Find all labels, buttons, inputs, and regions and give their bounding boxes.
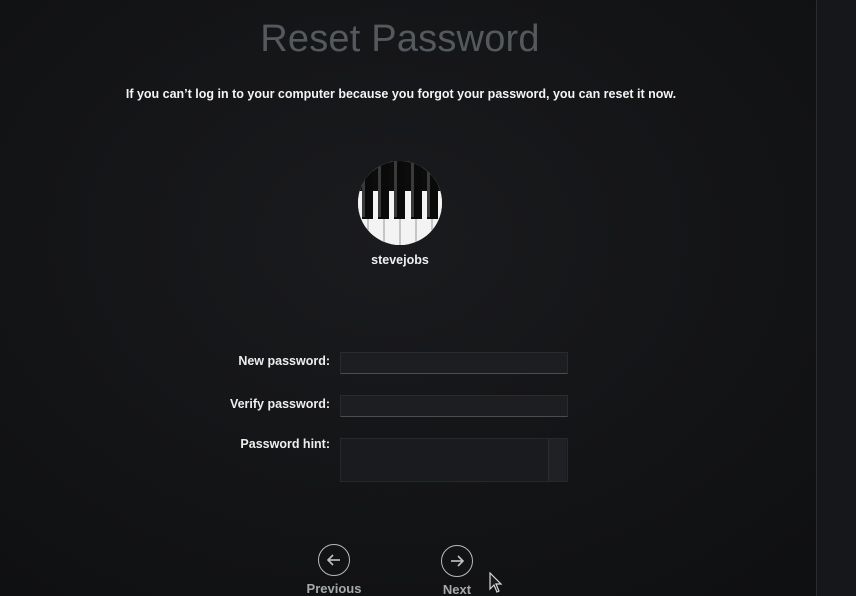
username-label: stevejobs (371, 253, 429, 267)
password-hint-label: Password hint: (240, 437, 330, 451)
new-password-field[interactable] (340, 352, 568, 374)
arrow-right-circle-icon (441, 545, 473, 577)
piano-keys-icon (358, 161, 442, 245)
previous-button[interactable]: Previous (294, 544, 374, 596)
page-title: Reset Password (260, 18, 540, 60)
user-avatar (358, 161, 442, 245)
password-hint-field[interactable] (340, 438, 568, 482)
reset-password-screen: Reset Password If you can’t log in to yo… (0, 0, 856, 596)
hint-scrollbar[interactable] (548, 439, 566, 481)
next-label: Next (442, 582, 472, 596)
arrow-left-circle-icon (318, 544, 350, 576)
verify-password-label: Verify password: (229, 397, 330, 411)
page-subtitle: If you can’t log in to your computer bec… (125, 87, 677, 101)
verify-password-field[interactable] (340, 395, 568, 417)
previous-label: Previous (306, 581, 362, 596)
screen-edge-divider (816, 0, 856, 596)
new-password-label: New password: (238, 354, 330, 368)
next-button[interactable]: Next (417, 545, 497, 596)
mouse-pointer-icon (489, 571, 503, 596)
